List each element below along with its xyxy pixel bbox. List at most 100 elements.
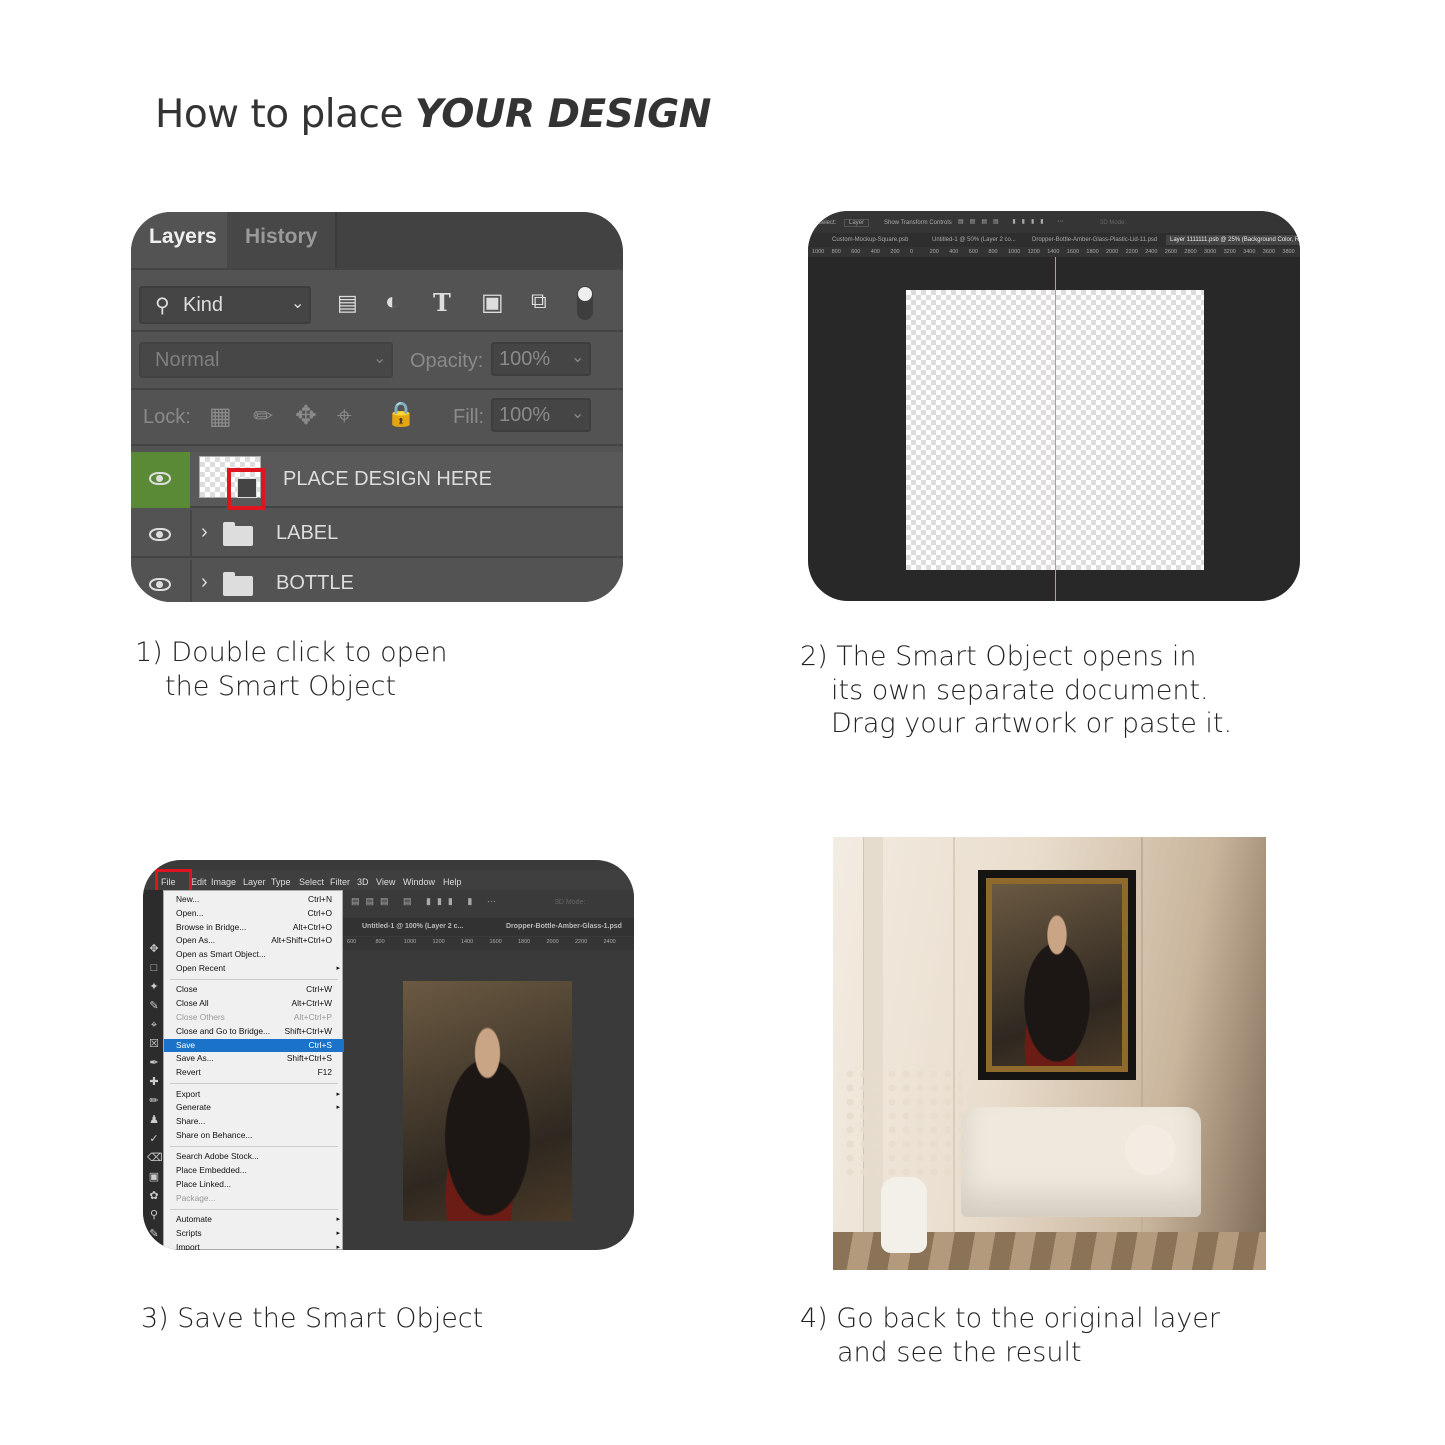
doc-tab[interactable]: Custom-Mockup-Square.psb (832, 237, 908, 243)
menu-separator (170, 978, 338, 980)
menu-item-label: Open as Smart Object... (176, 949, 266, 960)
ruler-tick-label: 1600 (489, 939, 502, 945)
ruler: 600 800 1000 1200 1400 1600 1800 2000 2200 2400 (343, 937, 634, 950)
menu-item-new[interactable]: New... Ctrl+N (164, 893, 344, 907)
tab-layers[interactable]: Layers (131, 212, 235, 268)
blend-mode-value: Normal (155, 349, 220, 371)
menu-item-shortcut: Alt+Shift+Ctrl+O (271, 935, 332, 946)
eye-icon[interactable] (149, 578, 171, 591)
photoshop-file-menu-screenshot: File Edit Image Layer Type Select Filter 3D View… (143, 860, 634, 1250)
layer-row-place-design[interactable]: PLACE DESIGN HERE (131, 452, 623, 510)
chevron-right-icon[interactable]: › (201, 521, 208, 544)
menu-item-label: Package... (176, 1192, 216, 1203)
bench-pillow (1125, 1125, 1175, 1175)
menu-item-browse-in-bridge[interactable]: Browse in Bridge... Alt+Ctrl+O (164, 921, 344, 935)
ruler-tick-label: 2600 (1164, 249, 1178, 255)
menu-item-label: Close Others (176, 1012, 225, 1022)
menu-item-close[interactable]: Close Ctrl+W (164, 983, 344, 997)
menu-item-save[interactable]: Save Ctrl+S (164, 1038, 344, 1053)
smart-object-document-screenshot: Select: Layer Show Transform Controls ▤▤… (808, 211, 1300, 601)
menu-item-label: Automate (176, 1214, 212, 1225)
step1-caption-line1: 1) Double click to open (135, 637, 448, 668)
step4-caption-line2: and see the result (837, 1337, 1082, 1368)
menu-select[interactable]: Select (299, 877, 324, 887)
menu-item-import[interactable]: Import ▸ (164, 1241, 344, 1250)
filter-toggle[interactable] (577, 286, 593, 320)
menu-item-share-on-behance[interactable]: Share on Behance... (164, 1129, 344, 1143)
menu-edit[interactable]: Edit (191, 877, 207, 887)
filter-kind-label: Kind (183, 294, 224, 316)
menu-item-open-recent[interactable]: Open Recent ▸ (164, 962, 344, 976)
doc-tab-active[interactable]: Layer 1111111.psb @ 25% (Background Colo… (1166, 235, 1300, 245)
lock-paint-brush-icon[interactable]: ✏ (253, 402, 273, 431)
lock-artboard-icon[interactable]: ⌖ (337, 400, 352, 432)
ruler-tick-label: 200 (890, 249, 900, 255)
lock-transparent-icon[interactable]: ▦ (209, 402, 232, 431)
folder-icon (223, 522, 253, 546)
menu-3d[interactable]: 3D (357, 877, 369, 887)
menu-image[interactable]: Image (211, 877, 236, 887)
doc-tab[interactable]: Untitled-1 @ 100% (Layer 2 c... (362, 923, 463, 930)
show-transform-controls-checkbox[interactable]: Show Transform Controls (884, 220, 952, 226)
menu-item-close-others[interactable]: Close Others Alt+Ctrl+P (164, 1011, 344, 1025)
menu-item-save-as[interactable]: Save As... Shift+Ctrl+S (164, 1052, 344, 1066)
tab-history[interactable]: History (227, 212, 338, 268)
lock-move-icon[interactable]: ✥ (295, 400, 317, 431)
submenu-arrow-icon: ▸ (336, 1090, 340, 1098)
align-icons[interactable]: ▤▤▤▤ ▮▮▮▮ ⋯ (958, 218, 1069, 225)
select-dropdown[interactable]: Layer (844, 219, 870, 227)
blend-mode-dropdown[interactable]: Normal ⌄ (139, 342, 393, 378)
menu-item-label: Generate (176, 1102, 211, 1113)
doc-tab[interactable]: Dropper-Bottle-Amber-Glass-1.psd (506, 923, 622, 930)
visibility-toggle[interactable] (131, 452, 190, 508)
ruler-tick-label: 2800 (1184, 249, 1197, 255)
menu-window[interactable]: Window (403, 877, 435, 887)
doc-tab[interactable]: Dropper-Bottle-Amber-Glass-Plastic-Lid-1… (1032, 237, 1157, 243)
menu-item-automate[interactable]: Automate ▸ (164, 1213, 344, 1227)
opacity-input[interactable]: 100% ⌄ (491, 342, 591, 376)
menu-item-scripts[interactable]: Scripts ▸ (164, 1227, 344, 1241)
menu-item-open[interactable]: Open... Ctrl+O (164, 907, 344, 921)
menu-item-close-all[interactable]: Close All Alt+Ctrl+W (164, 997, 344, 1011)
menu-separator (170, 1083, 338, 1084)
menu-item-export[interactable]: Export ▸ (164, 1088, 344, 1102)
menu-item-shortcut: Alt+Ctrl+W (291, 998, 333, 1009)
layer-row-label[interactable]: › LABEL (131, 510, 623, 558)
menu-type[interactable]: Type (271, 877, 291, 887)
image-filter-icon[interactable]: ▤ (337, 290, 358, 316)
smart-object-highlight (227, 468, 265, 510)
shape-filter-icon[interactable]: ▣ (481, 288, 504, 317)
menu-filter[interactable]: Filter (330, 877, 350, 887)
menu-item-place-embedded[interactable]: Place Embedded... (164, 1164, 344, 1178)
smart-object-filter-icon[interactable]: ⧉ (531, 288, 547, 314)
filter-kind-dropdown[interactable]: ⚲ Kind ⌄ (139, 286, 311, 324)
layer-row-bottle[interactable]: › BOTTLE (131, 560, 623, 602)
tool-icons[interactable]: ✥ □ ✦ ✎ ⌖ ☒ ✒ ✚ ✏ ♟ ✓ ⌫ ▣ ✿ ⚲ ✎ (147, 940, 163, 1244)
menu-item-close-and-go-to-bridge[interactable]: Close and Go to Bridge... Shift+Ctrl+W (164, 1025, 344, 1039)
align-icons[interactable]: ▤▤▤ ▤ ▮▮▮ ▮ ⋯ (351, 896, 502, 907)
menu-item-search-adobe-stock[interactable]: Search Adobe Stock... (164, 1150, 344, 1164)
menu-item-package[interactable]: Package... (164, 1192, 344, 1206)
menu-help[interactable]: Help (443, 877, 462, 887)
adjustment-filter-icon[interactable]: ◐ (385, 288, 400, 316)
ruler-tick-label: 1000 (812, 249, 825, 255)
menu-item-revert[interactable]: Revert F12 (164, 1066, 344, 1080)
menu-item-place-linked[interactable]: Place Linked... (164, 1178, 344, 1192)
chevron-down-icon: ⌄ (373, 350, 387, 367)
ruler-tick-label: 2400 (603, 939, 616, 945)
3d-mode-label: 3D Mode: (1100, 220, 1127, 226)
menu-separator (170, 1145, 338, 1147)
menu-item-open-as-smart-object[interactable]: Open as Smart Object... (164, 948, 344, 962)
menu-layer[interactable]: Layer (243, 877, 266, 887)
menu-view[interactable]: View (376, 877, 395, 887)
lock-all-icon[interactable]: 🔒 (386, 400, 416, 429)
menu-item-generate[interactable]: Generate ▸ (164, 1101, 344, 1115)
opacity-value: 100% (499, 348, 551, 370)
menu-item-share[interactable]: Share... (164, 1115, 344, 1129)
menu-item-open-as[interactable]: Open As... Alt+Shift+Ctrl+O (164, 934, 344, 948)
chevron-right-icon[interactable]: › (201, 571, 208, 594)
doc-tab[interactable]: Untitled-1 @ 50% (Layer 2 co... (932, 237, 1016, 243)
eye-icon[interactable] (149, 528, 171, 541)
type-filter-icon[interactable]: T (433, 288, 451, 317)
fill-input[interactable]: 100% ⌄ (491, 398, 591, 432)
